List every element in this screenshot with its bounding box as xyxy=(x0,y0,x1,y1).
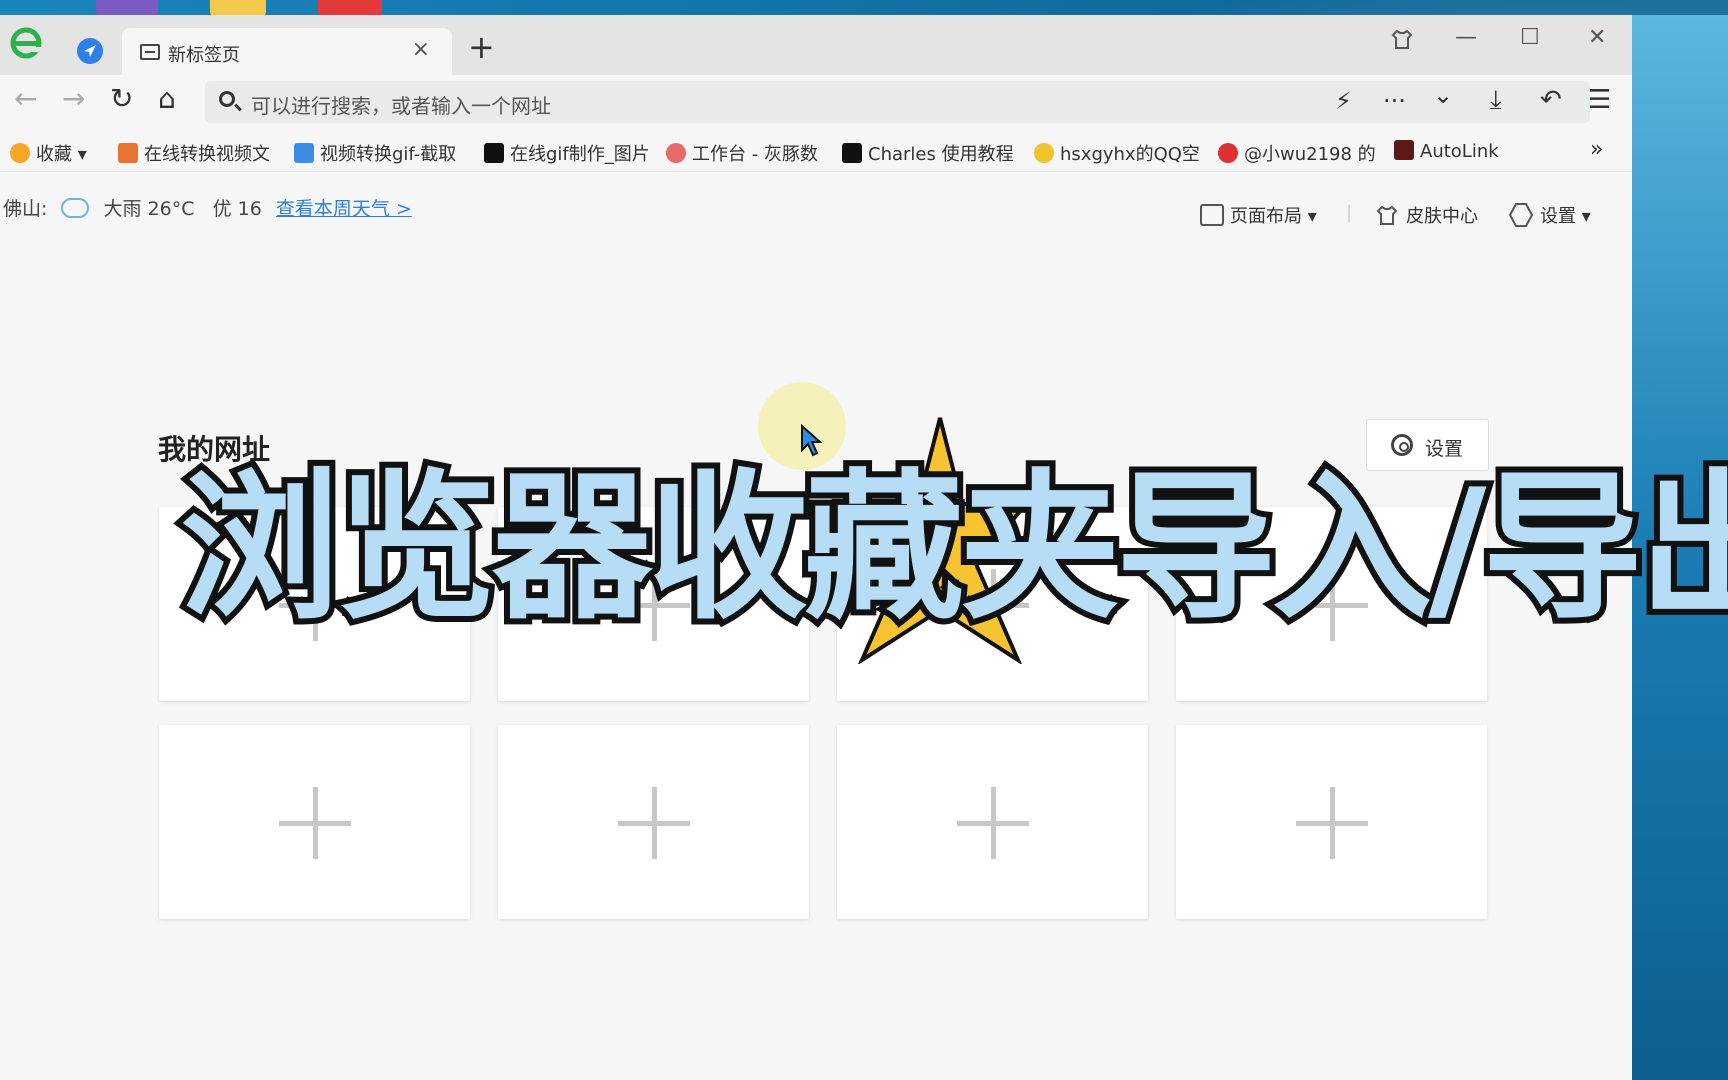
bookmark-favicon-icon xyxy=(1394,140,1414,160)
taskbar-icon-2[interactable] xyxy=(210,0,266,16)
refresh-button[interactable]: ↻ xyxy=(110,85,133,113)
search-icon xyxy=(219,91,235,107)
bookmark-item[interactable]: 视频转换gif-截取 xyxy=(294,140,456,166)
bookmark-favicon-icon xyxy=(484,143,504,163)
rain-cloud-icon xyxy=(61,198,90,218)
bookmark-label: hsxgyhx的QQ空 xyxy=(1060,144,1200,165)
divider: | xyxy=(1346,202,1353,223)
weather-widget: 佛山: 大雨 26°C 优 16 查看本周天气 > xyxy=(3,194,412,221)
gear-icon xyxy=(1391,434,1413,456)
browser-logo-icon xyxy=(10,27,42,59)
tab-new-tab[interactable]: 新标签页 × xyxy=(122,28,452,75)
more-options-icon[interactable]: ··· xyxy=(1383,87,1406,115)
plus-icon xyxy=(1296,787,1368,859)
bookmark-item[interactable]: hsxgyhx的QQ空 xyxy=(1034,140,1200,166)
navigation-arrow-icon xyxy=(84,45,96,57)
layout-icon xyxy=(1200,204,1224,226)
skin-center-label: 皮肤中心 xyxy=(1406,206,1478,227)
bookmark-label: 收藏 xyxy=(36,144,72,165)
bookmark-favicon-icon xyxy=(1218,143,1238,163)
bookmark-label: Charles 使用教程 xyxy=(868,144,1014,165)
bookmark-item[interactable]: @小wu2198 的 xyxy=(1218,140,1376,166)
download-button[interactable]: ⤓ xyxy=(1490,85,1502,116)
plus-icon xyxy=(618,787,690,859)
site-tile-add[interactable] xyxy=(498,725,809,919)
bookmark-label: 在线转换视频文 xyxy=(144,144,270,165)
weather-condition: 大雨 26°C xyxy=(103,198,195,220)
bookmark-favicon-icon xyxy=(294,143,314,163)
address-placeholder: 可以进行搜索，或者输入一个网址 xyxy=(251,94,551,118)
star-icon xyxy=(10,143,30,163)
tab-close-button[interactable]: × xyxy=(412,37,430,62)
page-icon xyxy=(140,44,160,60)
undo-button[interactable]: ↶ xyxy=(1540,85,1562,115)
bookmark-label: 在线gif制作_图片 xyxy=(510,144,650,165)
settings-menu-label: 设置 ▾ xyxy=(1540,206,1591,227)
tab-title: 新标签页 xyxy=(168,45,240,66)
plus-icon xyxy=(279,787,351,859)
settings-menu-button[interactable]: 设置 ▾ xyxy=(1508,202,1591,228)
address-bar[interactable]: 可以进行搜索，或者输入一个网址 ⚡ ··· ⌄ xyxy=(205,81,1590,123)
menu-button[interactable]: ☰ xyxy=(1588,85,1611,115)
minimize-button[interactable]: — xyxy=(1455,25,1477,50)
page-layout-button[interactable]: 页面布局 ▾ xyxy=(1200,202,1317,228)
bookmark-item[interactable]: 在线转换视频文 xyxy=(118,140,270,166)
site-tile-add[interactable] xyxy=(1176,725,1487,919)
bookmark-item[interactable]: 工作台 - 灰豚数 xyxy=(666,140,818,166)
home-button[interactable]: ⌂ xyxy=(158,85,176,113)
air-quality: 优 16 xyxy=(212,198,262,220)
bookmark-favicon-icon xyxy=(1034,143,1054,163)
bookmark-favicon-icon xyxy=(666,143,686,163)
bookmark-favorites[interactable]: 收藏 ▾ xyxy=(10,140,87,166)
bookmark-item[interactable]: AutoLink xyxy=(1394,140,1499,162)
bookmarks-overflow-button[interactable]: » xyxy=(1590,137,1603,162)
bookmark-label: @小wu2198 的 xyxy=(1244,144,1376,165)
pinned-tab-icon[interactable] xyxy=(77,38,103,64)
video-title-overlay: 浏览器收藏夹导入/导出 xyxy=(174,449,1728,646)
skin-icon[interactable] xyxy=(1390,27,1414,51)
weather-city: 佛山: xyxy=(3,198,48,220)
forward-button[interactable]: → xyxy=(62,85,85,113)
skin-center-button[interactable]: 皮肤中心 xyxy=(1374,202,1478,228)
window-close-button[interactable]: ✕ xyxy=(1588,25,1606,50)
bookmark-item[interactable]: Charles 使用教程 xyxy=(842,140,1014,166)
plus-icon xyxy=(957,787,1029,859)
shirt-icon xyxy=(1376,205,1398,225)
new-tab-button[interactable]: + xyxy=(468,31,495,63)
back-button[interactable]: ← xyxy=(14,85,37,113)
taskbar-icon-1[interactable] xyxy=(96,0,158,16)
dropdown-icon[interactable]: ⌄ xyxy=(1433,81,1453,109)
taskbar-icon-3[interactable] xyxy=(318,0,382,16)
page-layout-label: 页面布局 ▾ xyxy=(1230,206,1317,227)
bookmark-label: 视频转换gif-截取 xyxy=(320,144,457,165)
bookmark-item[interactable]: 在线gif制作_图片 xyxy=(484,140,650,166)
bookmark-label: AutoLink xyxy=(1420,141,1499,162)
settings-icon xyxy=(1508,203,1534,227)
navigation-bar: ← → ↻ ⌂ 可以进行搜索，或者输入一个网址 ⚡ ··· ⌄ ⤓ ↶ ☰ xyxy=(0,75,1632,130)
lightning-icon[interactable]: ⚡ xyxy=(1335,87,1352,115)
bookmark-favicon-icon xyxy=(842,143,862,163)
weekly-weather-link[interactable]: 查看本周天气 > xyxy=(276,198,412,220)
site-tile-add[interactable] xyxy=(159,725,470,919)
maximize-button[interactable]: ☐ xyxy=(1520,25,1540,50)
mouse-cursor-icon xyxy=(801,424,823,457)
bookmark-label: 工作台 - 灰豚数 xyxy=(692,144,818,165)
site-tile-add[interactable] xyxy=(837,725,1148,919)
bookmarks-bar: 收藏 ▾ 在线转换视频文 视频转换gif-截取 在线gif制作_图片 工作台 -… xyxy=(0,133,1632,172)
bookmark-favicon-icon xyxy=(118,143,138,163)
tab-bar: 新标签页 × + — ☐ ✕ xyxy=(0,15,1632,75)
